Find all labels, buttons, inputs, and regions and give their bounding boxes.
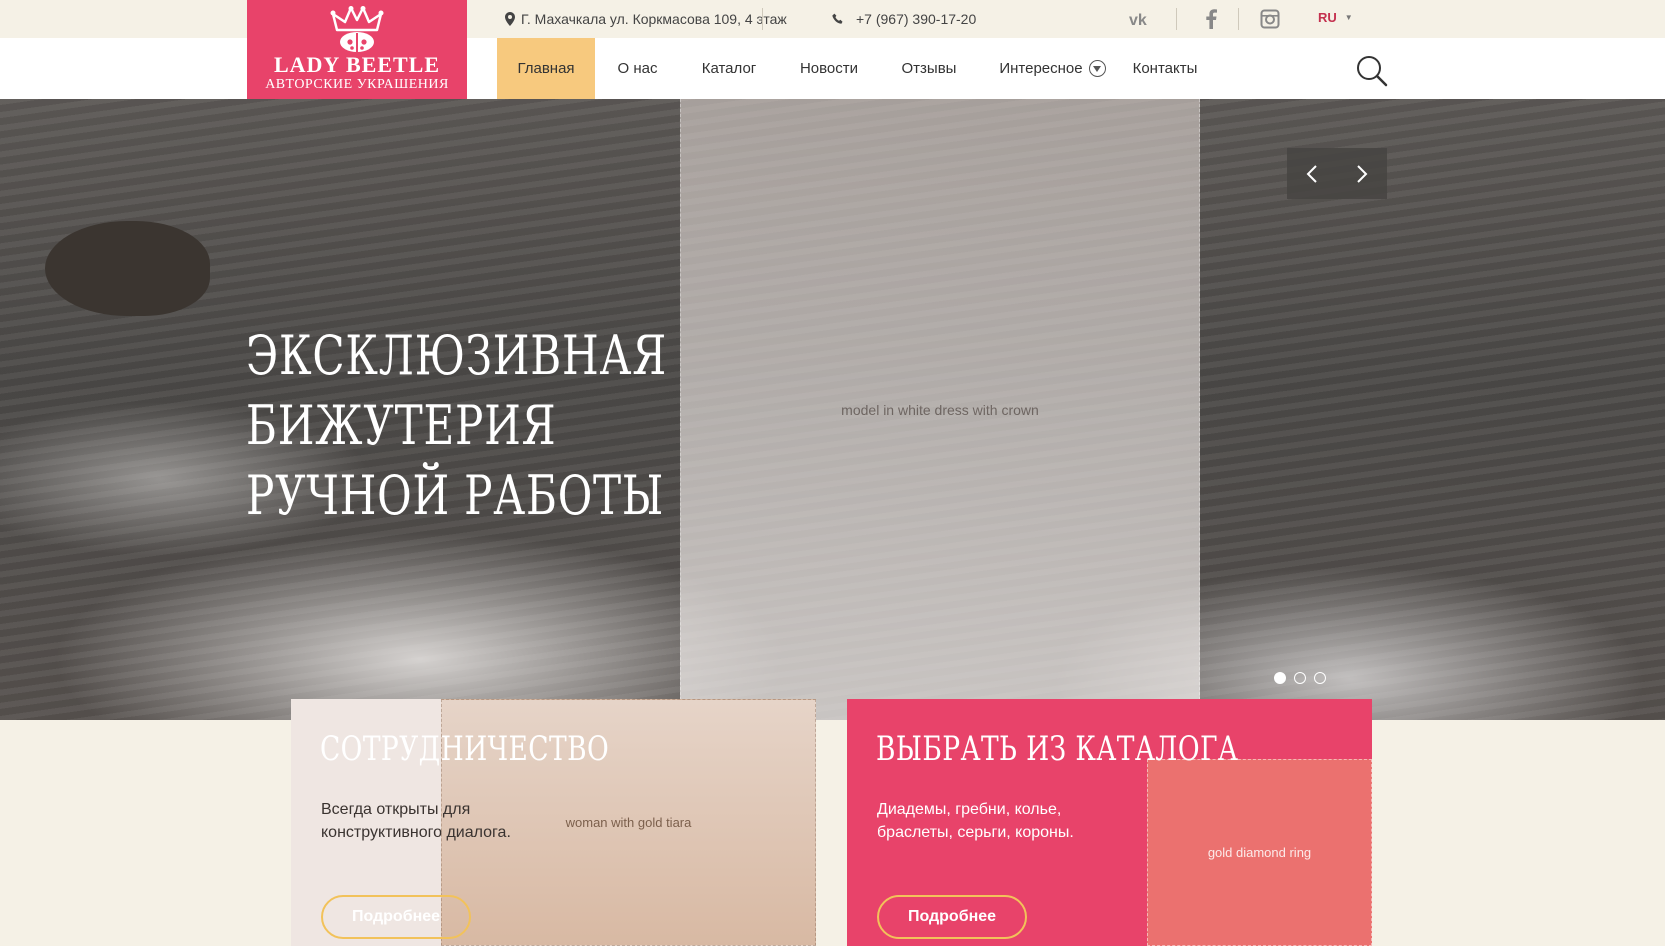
svg-text:vk: vk bbox=[1129, 12, 1147, 27]
nav-item-catalog[interactable]: Каталог bbox=[688, 38, 770, 99]
chevron-down-icon: ▼ bbox=[1344, 13, 1353, 22]
divider bbox=[762, 8, 763, 30]
language-label[interactable]: RU bbox=[1318, 10, 1337, 25]
card-title: Сотрудничество bbox=[320, 729, 610, 769]
vk-icon[interactable]: vk bbox=[1129, 7, 1155, 31]
address-text: Г. Махачкала ул. Коркмасова 109, 4 этаж bbox=[521, 11, 787, 27]
nav-item-reviews[interactable]: Отзывы bbox=[888, 38, 970, 99]
slider-dots bbox=[1274, 672, 1326, 684]
card-text: Всегда открыты для конструктивного диало… bbox=[321, 801, 511, 841]
nav-item-interesting[interactable]: Интересное bbox=[995, 38, 1110, 99]
address: Г. Махачкала ул. Коркмасова 109, 4 этаж bbox=[505, 11, 787, 27]
more-button[interactable]: Подробнее bbox=[877, 895, 1027, 939]
nav-item-label[interactable]: Новости bbox=[800, 60, 858, 77]
nav-item-label[interactable]: Каталог bbox=[702, 60, 757, 77]
slider-controls bbox=[1287, 148, 1387, 199]
site-logo[interactable]: LADY BEETLE АВТОРСКИЕ УКРАШЕНИЯ bbox=[247, 0, 467, 99]
nav-item-about[interactable]: О нас bbox=[600, 38, 675, 99]
chevron-right-icon[interactable] bbox=[1337, 148, 1387, 199]
card-text: Диадемы, гребни, колье, браслеты, серьги… bbox=[877, 801, 1074, 841]
nav-item-news[interactable]: Новости bbox=[785, 38, 873, 99]
nav-item-label[interactable]: Контакты bbox=[1133, 60, 1198, 77]
card-title: Выбрать из каталога bbox=[876, 729, 1239, 769]
hero-rock bbox=[45, 221, 210, 316]
slider-dot[interactable] bbox=[1314, 672, 1326, 684]
crown-ladybug-icon bbox=[330, 6, 384, 52]
instagram-icon[interactable] bbox=[1257, 7, 1283, 31]
more-button[interactable]: Подробнее bbox=[321, 895, 471, 939]
card-cooperation: woman with gold tiara Сотрудничество Все… bbox=[291, 699, 816, 946]
facebook-icon[interactable] bbox=[1198, 7, 1224, 31]
map-pin-icon bbox=[505, 12, 515, 26]
hero-title: Эксклюзивная бижутерия ручной работы bbox=[246, 321, 792, 531]
search-icon[interactable] bbox=[1355, 54, 1389, 88]
card-catalog-image: gold diamond ring bbox=[1147, 759, 1372, 946]
chevron-left-icon[interactable] bbox=[1287, 148, 1337, 199]
language-selector[interactable]: RU ▼ bbox=[1318, 10, 1353, 25]
phone[interactable]: +7 (967) 390-17-20 bbox=[832, 11, 976, 27]
divider bbox=[1176, 8, 1177, 30]
phone-icon bbox=[832, 13, 843, 24]
card-catalog: gold diamond ring Выбрать из каталога Ди… bbox=[847, 699, 1372, 946]
logo-tagline: АВТОРСКИЕ УКРАШЕНИЯ bbox=[265, 77, 449, 92]
slider-dot[interactable] bbox=[1294, 672, 1306, 684]
logo-brand: LADY BEETLE bbox=[273, 52, 441, 77]
divider bbox=[1238, 8, 1239, 30]
hero-slider: model in white dress with crown Эксклюзи… bbox=[0, 99, 1665, 720]
nav-item-label[interactable]: О нас bbox=[618, 60, 658, 77]
hero-title-line1: Эксклюзивная бижутерия bbox=[246, 324, 668, 457]
nav-item-label[interactable]: Интересное bbox=[999, 60, 1082, 77]
nav-item-contacts[interactable]: Контакты bbox=[1125, 38, 1205, 99]
phone-text[interactable]: +7 (967) 390-17-20 bbox=[856, 11, 976, 27]
nav-item-label[interactable]: Отзывы bbox=[902, 60, 957, 77]
nav-item-home[interactable]: Главная bbox=[497, 38, 595, 99]
dropdown-circle-icon[interactable] bbox=[1088, 60, 1106, 77]
nav-item-label[interactable]: Главная bbox=[517, 60, 574, 77]
slider-dot[interactable] bbox=[1274, 672, 1286, 684]
hero-title-line2: ручной работы bbox=[246, 464, 665, 527]
